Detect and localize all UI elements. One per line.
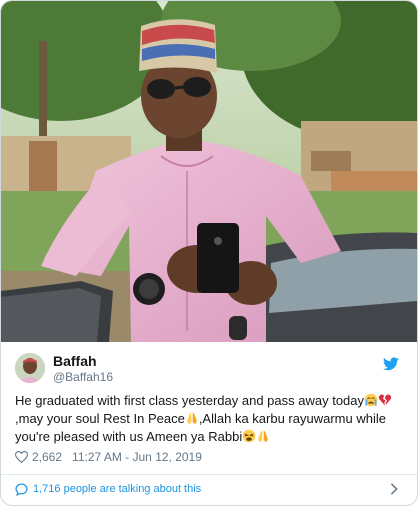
folded-hands-icon	[186, 412, 197, 425]
chevron-right-icon[interactable]	[389, 483, 399, 495]
display-name[interactable]: Baffah	[53, 353, 113, 370]
heart-icon[interactable]	[15, 451, 28, 463]
tweet-meta: 2,662 11:27 AM - Jun 12, 2019	[15, 449, 202, 465]
tweet-header: Baffah @Baffah16	[15, 353, 403, 385]
avatar-image	[15, 353, 45, 383]
conversation-link[interactable]: 1,716 people are talking about this	[15, 479, 403, 499]
broken-heart-icon	[378, 394, 392, 406]
author-names[interactable]: Baffah @Baffah16	[53, 353, 113, 385]
user-handle[interactable]: @Baffah16	[53, 370, 113, 385]
like-count[interactable]: 2,662	[32, 450, 62, 464]
crying-face-icon	[364, 393, 378, 407]
tweet-text-part-2: ,may your soul Rest In Peace	[15, 411, 185, 426]
folded-hands-icon	[258, 430, 269, 443]
tweet-timestamp[interactable]: 11:27 AM - Jun 12, 2019	[72, 450, 202, 464]
tweet-text: He graduated with first class yesterday …	[15, 392, 403, 446]
tweet-photo[interactable]	[1, 1, 417, 342]
divider	[1, 474, 417, 475]
twitter-bird-icon[interactable]	[383, 357, 399, 371]
avatar[interactable]	[15, 353, 45, 383]
conversation-count[interactable]: 1,716 people are talking about this	[33, 483, 201, 495]
embedded-tweet-card: Baffah @Baffah16 He graduated with first…	[0, 0, 418, 506]
photo-illustration	[1, 1, 417, 342]
tweet-text-part-1: He graduated with first class yesterday …	[15, 393, 365, 408]
tired-face-icon	[242, 429, 256, 443]
speech-bubble-icon	[15, 482, 28, 496]
